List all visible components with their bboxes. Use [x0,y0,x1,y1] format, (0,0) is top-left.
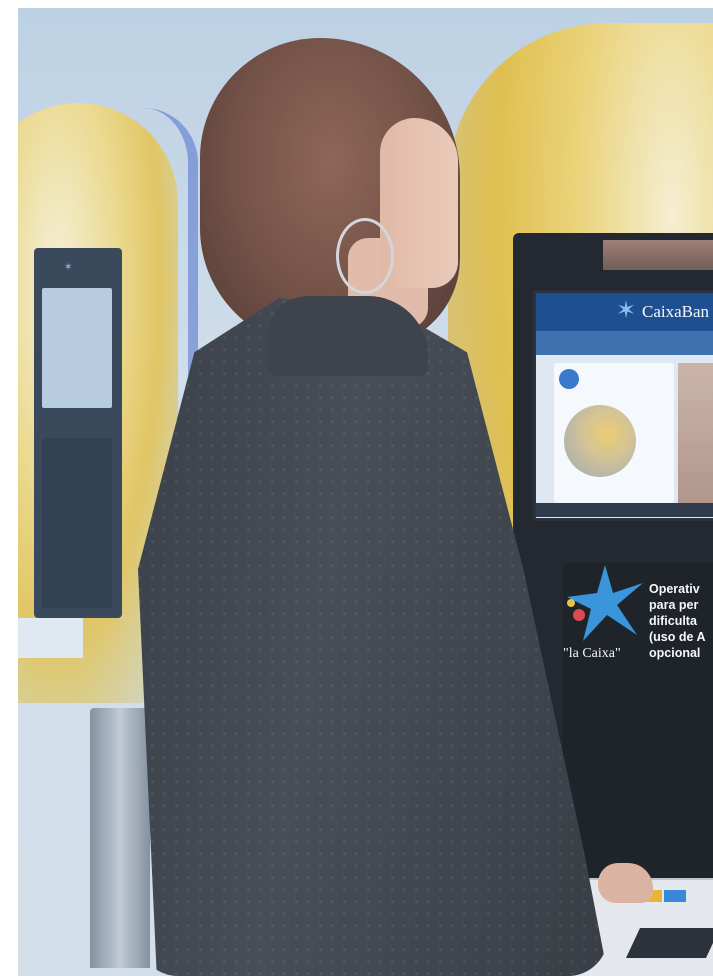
atm-screen: ✶ CaixaBan [533,290,713,521]
la-caixa-star-logo-icon [567,565,643,641]
waste-bin [90,708,150,968]
atm-screen-photo [678,363,713,508]
screen-reflection [603,240,713,270]
accessibility-line: (uso de A [649,630,706,644]
atm-info-strip [536,331,713,355]
accessibility-panel: "la Caixa" Operativ para per dificulta (… [563,563,713,883]
counter-slot [626,928,713,958]
background-ledge [18,618,83,658]
background-atm-logo: ✶ [64,262,73,273]
accessibility-text: Operativ para per dificulta (uso de A op… [649,581,713,661]
accessibility-line: Operativ [649,582,700,596]
background-atm-display [42,288,112,408]
speaker-icon [559,369,579,389]
atm-screen-footer [536,503,713,517]
jacket-collar [268,296,428,376]
photo-scene: ✶ ✶ CaixaBan "la Caixa" Operativ para pe… [18,8,713,976]
caixa-star-icon: ✶ [616,297,637,324]
accessibility-line: dificulta [649,614,697,628]
background-atm-lower-panel [42,438,112,608]
hoop-earring [336,218,394,294]
woman-hand [598,863,653,903]
atm-brand-name: CaixaBan [642,302,710,321]
atm-brand-bar: ✶ CaixaBan [536,293,713,331]
accessibility-line: opcional [649,646,701,660]
card-reader-illustration [564,405,636,477]
divider-line [618,8,619,18]
accessibility-line: para per [649,598,699,612]
la-caixa-wordmark: "la Caixa" [563,646,621,661]
atm-content-card [554,363,674,503]
background-atm-screen: ✶ [34,248,122,618]
